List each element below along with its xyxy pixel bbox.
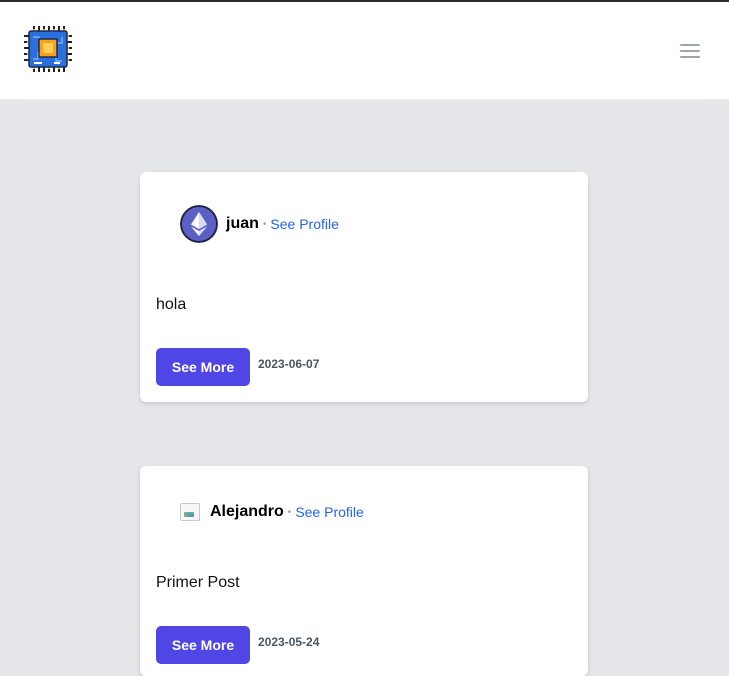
post-date: 2023-06-07 — [258, 357, 320, 371]
see-more-button[interactable]: See More — [156, 626, 250, 664]
post-date: 2023-05-24 — [258, 635, 320, 649]
see-profile-link[interactable]: See Profile — [270, 216, 338, 232]
separator-dot: • — [262, 218, 267, 230]
post-author-row: Alejandro • See Profile — [180, 492, 364, 532]
post-content: hola — [156, 296, 187, 313]
navbar-divider — [24, 99, 702, 100]
broken-image-icon — [180, 503, 200, 521]
see-profile-link[interactable]: See Profile — [295, 504, 363, 520]
author-name[interactable]: juan — [226, 215, 259, 233]
author-name[interactable]: Alejandro — [210, 503, 284, 521]
hamburger-menu-icon[interactable] — [680, 42, 702, 60]
post-card: Alejandro • See Profile Primer Post See … — [140, 466, 588, 676]
post-content: Primer Post — [156, 574, 240, 591]
post-author-row: juan • See Profile — [180, 205, 339, 243]
separator-dot: • — [287, 506, 292, 518]
ethereum-icon — [180, 205, 218, 243]
post-card: juan • See Profile hola See More 2023-06… — [140, 172, 588, 402]
see-more-button[interactable]: See More — [156, 348, 250, 386]
circuit-chip-logo[interactable] — [24, 25, 72, 73]
navbar — [0, 2, 729, 99]
